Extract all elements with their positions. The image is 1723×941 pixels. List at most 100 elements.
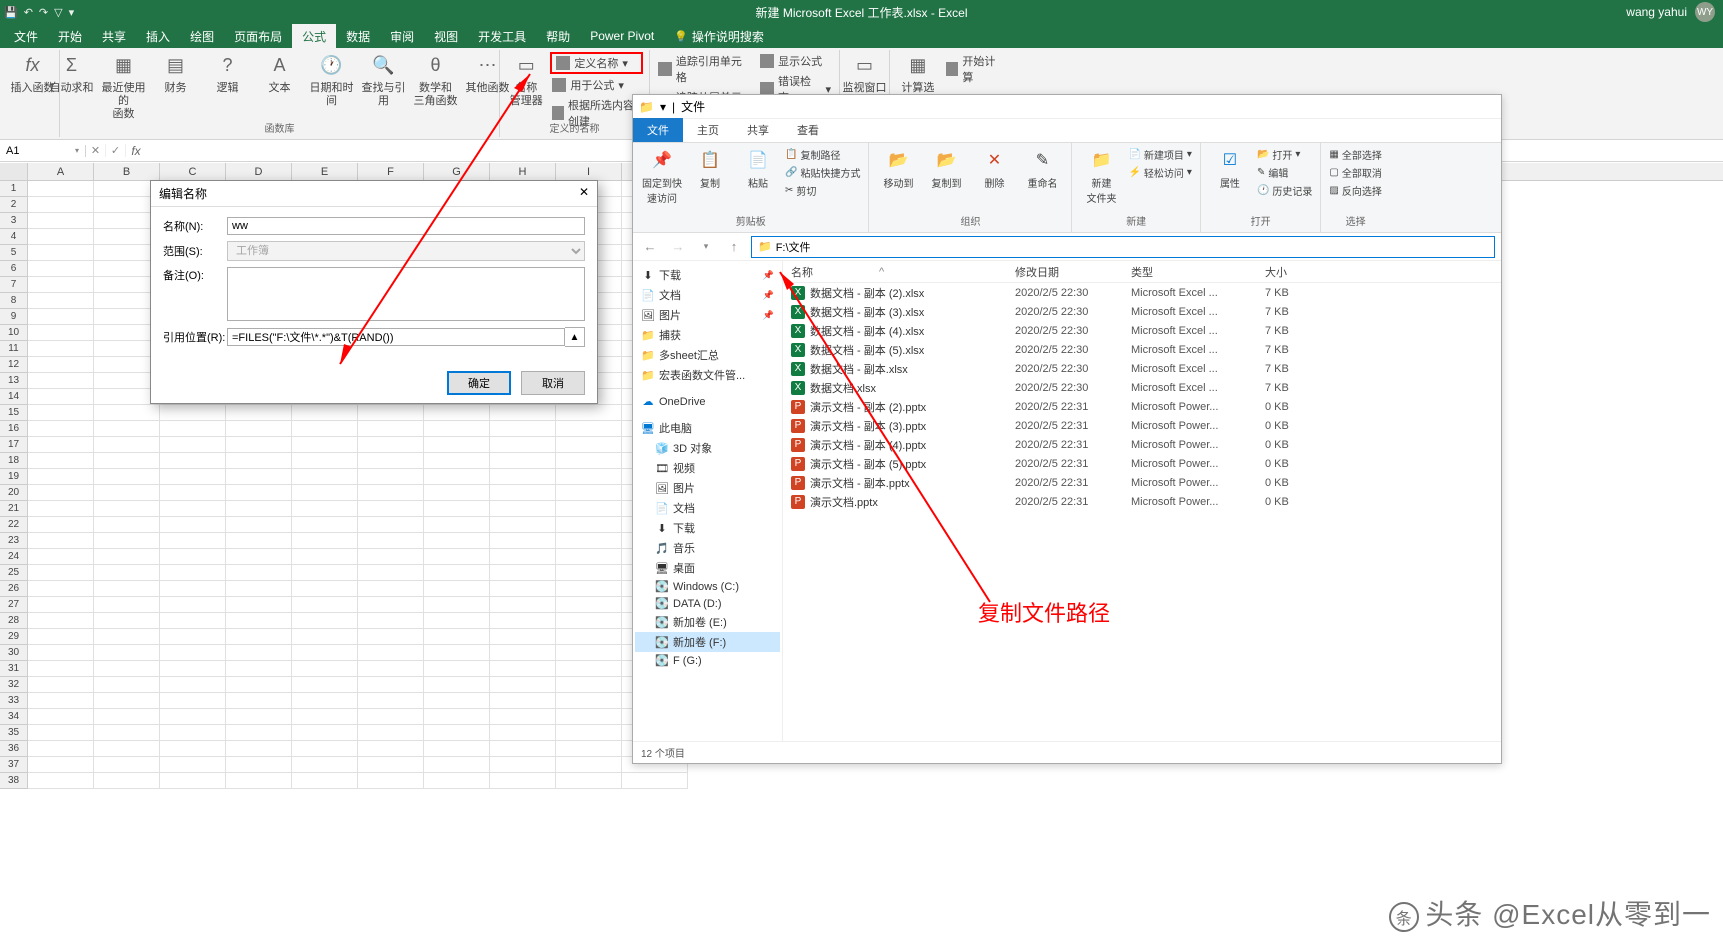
cell[interactable] [556,741,622,757]
col-header-A[interactable]: A [28,163,94,180]
cell[interactable] [94,453,160,469]
cell[interactable] [292,501,358,517]
cell[interactable] [226,757,292,773]
properties-button[interactable]: ☑属性 [1209,147,1251,190]
forward-icon[interactable]: → [667,236,689,258]
tab-开始[interactable]: 开始 [48,24,92,49]
cell[interactable] [556,405,622,421]
cell[interactable] [424,741,490,757]
col-header-I[interactable]: I [556,163,622,180]
explorer-tab-主页[interactable]: 主页 [683,118,733,142]
cell[interactable] [94,405,160,421]
cell[interactable] [160,533,226,549]
cell[interactable] [28,549,94,565]
explorer-tab-共享[interactable]: 共享 [733,118,783,142]
save-icon[interactable]: 💾 [4,6,18,19]
tab-数据[interactable]: 数据 [336,24,380,49]
cell[interactable] [28,293,94,309]
tab-公式[interactable]: 公式 [292,24,336,49]
cell[interactable] [28,773,94,789]
tree-item[interactable]: 💽F (G:) [635,652,780,669]
cell[interactable] [556,469,622,485]
cell[interactable] [292,533,358,549]
cell[interactable] [28,501,94,517]
list-item[interactable]: P演示文档.pptx2020/2/5 22:31Microsoft Power.… [783,492,1501,511]
col-header-C[interactable]: C [160,163,226,180]
lookup-button[interactable]: 🔍查找与引用 [360,52,408,108]
close-icon[interactable]: ✕ [579,185,589,202]
list-item[interactable]: X数据文档 - 副本 (2).xlsx2020/2/5 22:30Microso… [783,283,1501,302]
tab-文件[interactable]: 文件 [4,24,48,49]
cell[interactable] [28,341,94,357]
cell[interactable] [160,677,226,693]
cell[interactable] [28,213,94,229]
row-header[interactable]: 32 [0,677,28,693]
cell[interactable] [292,581,358,597]
cell[interactable] [94,437,160,453]
list-item[interactable]: X数据文档 - 副本 (3).xlsx2020/2/5 22:30Microso… [783,302,1501,321]
calc-now-button[interactable]: 开始计算 [944,52,1004,86]
invert-selection-button[interactable]: ▨反向选择 [1329,183,1381,198]
cell[interactable] [160,565,226,581]
ok-button[interactable]: 确定 [447,371,511,395]
cell[interactable] [28,629,94,645]
pin-button[interactable]: 📌固定到快 速访问 [641,147,683,205]
tab-帮助[interactable]: 帮助 [536,24,580,49]
cell[interactable] [28,197,94,213]
collapse-ref-icon[interactable]: ▲ [565,327,585,347]
cell[interactable] [28,661,94,677]
row-header[interactable]: 10 [0,325,28,341]
row-header[interactable]: 23 [0,533,28,549]
tab-插入[interactable]: 插入 [136,24,180,49]
list-item[interactable]: X数据文档 - 副本 (5).xlsx2020/2/5 22:30Microso… [783,340,1501,359]
show-formulas-button[interactable]: 显示公式 [758,52,833,70]
cell[interactable] [556,517,622,533]
use-in-formula-button[interactable]: 用于公式 ▾ [550,76,643,94]
cell[interactable] [292,437,358,453]
tree-item[interactable]: 🎵音乐 [635,538,780,558]
tell-me-search[interactable]: 操作说明搜索 [674,28,764,45]
cell[interactable] [424,421,490,437]
cell[interactable] [226,565,292,581]
cell[interactable] [556,597,622,613]
ref-input[interactable] [227,328,565,346]
cell[interactable] [292,405,358,421]
cell[interactable] [490,469,556,485]
cell[interactable] [28,597,94,613]
cell[interactable] [292,773,358,789]
rename-button[interactable]: ✎重命名 [1021,147,1063,190]
row-header[interactable]: 36 [0,741,28,757]
cell[interactable] [160,453,226,469]
row-header[interactable]: 35 [0,725,28,741]
autosum-button[interactable]: Σ自动求和 [48,52,96,95]
cell[interactable] [28,245,94,261]
cell[interactable] [358,501,424,517]
cell[interactable] [226,773,292,789]
cell[interactable] [160,501,226,517]
cell[interactable] [358,421,424,437]
tree-item[interactable]: ⬇下载📌 [635,265,780,285]
row-header[interactable]: 9 [0,309,28,325]
enter-formula-icon[interactable]: ✓ [106,144,126,157]
cell[interactable] [358,661,424,677]
list-item[interactable]: X数据文档 - 副本.xlsx2020/2/5 22:30Microsoft E… [783,359,1501,378]
list-item[interactable]: P演示文档 - 副本 (3).pptx2020/2/5 22:31Microso… [783,416,1501,435]
tree-item[interactable]: 💽DATA (D:) [635,595,780,612]
row-header[interactable]: 27 [0,597,28,613]
tab-视图[interactable]: 视图 [424,24,468,49]
cell[interactable] [490,597,556,613]
cell[interactable] [226,725,292,741]
cell[interactable] [490,757,556,773]
datetime-button[interactable]: 🕐日期和时间 [308,52,356,108]
cell[interactable] [94,501,160,517]
col-header-H[interactable]: H [490,163,556,180]
cell[interactable] [358,469,424,485]
cell[interactable] [226,677,292,693]
cancel-formula-icon[interactable]: ✕ [86,144,106,157]
cell[interactable] [490,629,556,645]
open-button[interactable]: 📂打开 ▾ [1257,147,1312,162]
tree-item[interactable]: 🧊3D 对象 [635,438,780,458]
row-header[interactable]: 20 [0,485,28,501]
cell[interactable] [160,757,226,773]
cell[interactable] [358,549,424,565]
